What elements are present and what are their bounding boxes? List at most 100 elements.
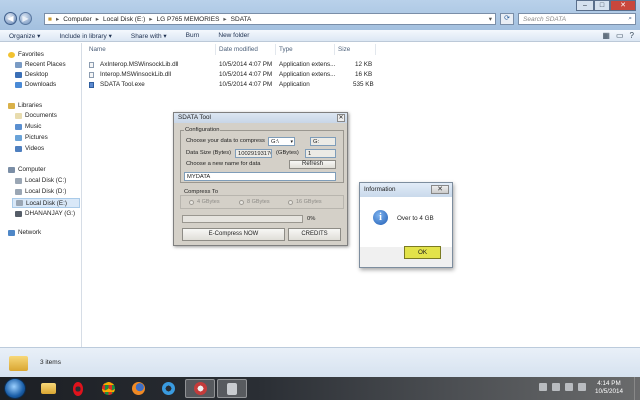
dll-file-icon — [89, 72, 94, 78]
nav-disk-c[interactable]: Local Disk (C:) — [15, 177, 66, 184]
taskbar-explorer[interactable] — [33, 379, 63, 398]
file-row[interactable]: AxInterop.MSWinsockLib.dll 10/5/2014 4:0… — [84, 61, 384, 70]
back-arrow-icon[interactable]: ◀ — [4, 12, 17, 25]
pictures-icon — [15, 134, 22, 141]
data-size-label: Data Size (Bytes) — [186, 150, 232, 156]
radio-4gb[interactable]: 4 GBytes — [189, 199, 220, 205]
burn-button[interactable]: Burn — [186, 32, 200, 39]
file-date: 10/5/2014 4:07 PM — [219, 61, 273, 68]
data-name-input[interactable]: MYDATA — [184, 172, 336, 181]
nav-recent-places[interactable]: Recent Places — [15, 61, 66, 68]
share-with-button[interactable]: Share with ▾ — [131, 32, 167, 40]
show-desktop-button[interactable] — [634, 377, 640, 400]
chevron-down-icon[interactable]: ▾ — [489, 15, 492, 23]
removable-disk-icon — [15, 210, 22, 217]
window-controls: – □ ✕ — [576, 0, 636, 11]
nav-documents[interactable]: Documents — [15, 112, 57, 119]
forward-arrow-icon[interactable]: ▶ — [19, 12, 32, 25]
network-icon[interactable] — [565, 383, 573, 391]
nav-pictures[interactable]: Pictures — [15, 134, 48, 141]
start-button[interactable] — [4, 378, 26, 399]
taskbar-chrome[interactable] — [93, 379, 123, 398]
column-divider — [275, 44, 276, 55]
radio-8gb[interactable]: 8 GBytes — [239, 199, 270, 205]
sdata-dialog-title: SDATA Tool — [174, 113, 347, 123]
column-header-date[interactable]: Date modified — [219, 46, 258, 53]
help-icon[interactable]: ? — [630, 31, 634, 40]
nav-computer[interactable]: Computer — [8, 166, 46, 173]
sdata-app-icon — [193, 382, 207, 395]
close-icon[interactable]: ✕ — [431, 185, 449, 194]
breadcrumb-lg-memories[interactable]: LG P765 MEMORIES — [157, 16, 220, 23]
taskbar-opera[interactable] — [63, 379, 93, 398]
firefox-icon — [131, 382, 145, 395]
minimize-icon[interactable]: – — [576, 0, 594, 11]
ok-button[interactable]: OK — [404, 246, 441, 259]
drive-letter-field: G: — [310, 137, 336, 146]
breadcrumb-computer[interactable]: Computer — [63, 16, 92, 23]
flag-icon[interactable] — [552, 383, 560, 391]
nav-disk-d[interactable]: Local Disk (D:) — [15, 188, 66, 195]
taskbar-firefox[interactable] — [123, 379, 153, 398]
credits-button[interactable]: CREDITS — [288, 228, 341, 241]
compress-progress-bar — [182, 215, 303, 223]
drive-select[interactable]: G:\ ▾ — [268, 137, 295, 146]
file-row[interactable]: SDATA Tool.exe 10/5/2014 4:07 PM Applica… — [84, 81, 384, 90]
file-size: 535 KB — [353, 81, 374, 88]
file-name: SDATA Tool.exe — [100, 81, 145, 88]
nav-desktop[interactable]: Desktop — [15, 71, 48, 78]
maximize-icon[interactable]: □ — [594, 0, 610, 11]
folder-icon — [9, 356, 28, 371]
taskbar-app[interactable] — [217, 379, 247, 398]
column-header-size[interactable]: Size — [338, 46, 350, 53]
nav-dhananjay[interactable]: DHANANJAY (G:) — [15, 210, 75, 217]
ecompress-button[interactable]: E-Compress NOW — [182, 228, 285, 241]
include-library-button[interactable]: Include in library ▾ — [59, 32, 111, 40]
taskbar: 4:14 PM 10/5/2014 — [0, 377, 640, 400]
file-row[interactable]: Interop.MSWinsockLib.dll 10/5/2014 4:07 … — [84, 71, 384, 80]
folder-icon: ■ — [48, 15, 52, 23]
nav-network[interactable]: Network — [8, 229, 41, 236]
taskbar-sdata-tool[interactable] — [185, 379, 215, 398]
view-options-icon[interactable]: ▦ — [602, 31, 610, 40]
explorer-titlebar: ◀ ▶ ■ ▸ Computer ▸ Local Disk (E:) ▸ LG … — [0, 0, 640, 30]
choose-data-label: Choose your data to compress — [186, 138, 265, 144]
nav-downloads[interactable]: Downloads — [15, 81, 56, 88]
desktop-icon — [15, 71, 22, 78]
disk-icon — [16, 200, 23, 206]
file-name: Interop.MSWinsockLib.dll — [100, 71, 172, 78]
address-bar[interactable]: ■ ▸ Computer ▸ Local Disk (E:) ▸ LG P765… — [44, 13, 496, 25]
nav-libraries[interactable]: Libraries — [8, 102, 42, 109]
nav-disk-e[interactable]: Local Disk (E:) — [12, 198, 80, 208]
file-date: 10/5/2014 4:07 PM — [219, 71, 273, 78]
new-folder-button[interactable]: New folder — [218, 32, 249, 39]
organize-button[interactable]: Organize ▾ — [9, 32, 40, 40]
nav-favorites[interactable]: Favorites — [8, 51, 44, 58]
column-header-name[interactable]: Name — [89, 46, 106, 53]
search-input[interactable]: Search SDATA ⌕ — [518, 13, 636, 25]
file-type: Application — [279, 81, 310, 88]
refresh-button[interactable]: Refresh — [289, 160, 336, 169]
data-size-field: 10029193176 — [235, 149, 272, 158]
disk-icon — [15, 177, 22, 184]
breadcrumb-disk-e[interactable]: Local Disk (E:) — [103, 16, 145, 23]
breadcrumb-sdata[interactable]: SDATA — [231, 16, 252, 23]
preview-pane-icon[interactable]: ▭ — [616, 31, 624, 40]
clock[interactable]: 4:14 PM 10/5/2014 — [588, 380, 630, 396]
close-icon[interactable]: ✕ — [610, 0, 636, 11]
chevron-down-icon: ▾ — [290, 139, 293, 145]
refresh-icon[interactable]: ⟳ — [500, 13, 514, 25]
volume-icon[interactable] — [578, 383, 586, 391]
information-dialog: Information ✕ i Over to 4 GB OK — [359, 182, 453, 268]
libraries-icon — [8, 102, 15, 109]
documents-icon — [15, 112, 22, 119]
radio-16gb[interactable]: 16 GBytes — [288, 199, 322, 205]
gbytes-label: (GBytes) — [276, 150, 299, 156]
arrow-up-icon[interactable] — [539, 383, 547, 391]
close-icon[interactable]: ✕ — [337, 114, 345, 122]
nav-music[interactable]: Music — [15, 123, 41, 130]
taskbar-ie[interactable] — [153, 379, 183, 398]
downloads-icon — [15, 81, 22, 88]
nav-videos[interactable]: Videos — [15, 145, 44, 152]
column-header-type[interactable]: Type — [279, 46, 293, 53]
